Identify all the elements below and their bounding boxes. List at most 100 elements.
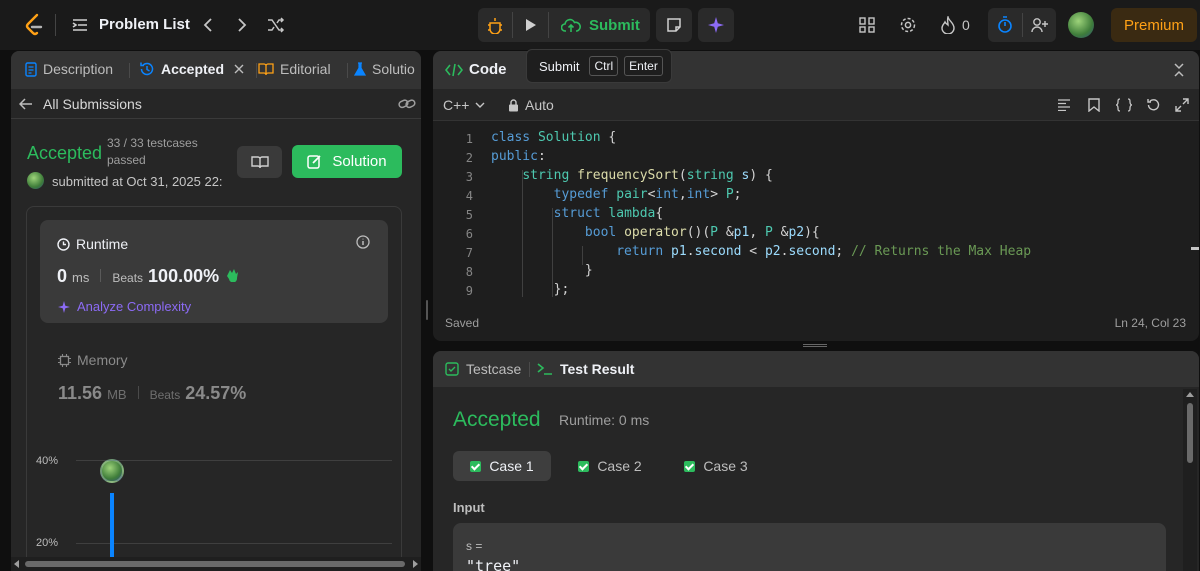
autocomplete-mode[interactable]: Auto (508, 97, 554, 113)
runtime-stats: 0 ms Beats 100.00% (57, 266, 240, 287)
leetcode-logo-icon[interactable] (22, 12, 46, 38)
chart-bar[interactable] (110, 493, 114, 563)
add-user-icon[interactable] (1025, 10, 1055, 40)
document-icon (25, 61, 37, 77)
history-icon (140, 62, 154, 76)
input-box: s = "tree" (453, 523, 1166, 571)
tab-accepted[interactable]: Accepted (139, 61, 244, 77)
clock-icon (57, 237, 70, 251)
debug-icon[interactable] (480, 10, 510, 40)
code-line-2: public: (491, 149, 546, 164)
submit-label: Submit (589, 16, 640, 34)
result-panel: Testcase Test Result Accepted Runtime: 0… (433, 351, 1199, 571)
list-icon[interactable] (70, 15, 90, 35)
save-status: Saved (445, 316, 480, 330)
editor-toolbar: C++ Auto (433, 89, 1199, 121)
chip-icon (58, 353, 71, 367)
horizontal-resize-handle[interactable] (803, 344, 827, 347)
tab-code[interactable]: Code (445, 61, 507, 78)
runtime-unit: ms (72, 270, 90, 285)
analyze-complexity-link[interactable]: Analyze Complexity (57, 299, 191, 314)
bookmark-icon[interactable] (1085, 96, 1103, 114)
code-line-6: bool operator()(P &p1, P &p2){ (584, 225, 820, 240)
code-panel: Code C++ Auto 1 2 3 4 5 6 7 8 9 class So… (433, 51, 1199, 341)
info-icon[interactable] (355, 234, 371, 250)
line-number: 6 (465, 227, 473, 241)
ai-sparkle-icon[interactable] (698, 8, 734, 42)
submitted-time: submitted at Oct 31, 2025 22:5 (52, 174, 222, 189)
code-line-1: class Solution { (491, 130, 617, 145)
scroll-right-arrow[interactable] (413, 560, 418, 568)
scrollbar-marker (1191, 247, 1199, 250)
scroll-up-arrow[interactable] (1186, 392, 1194, 397)
reset-icon[interactable] (1144, 96, 1162, 114)
terminal-icon (537, 363, 552, 375)
vertical-scrollbar[interactable] (1183, 389, 1197, 571)
avatar[interactable] (1068, 12, 1094, 38)
vertical-resize-handle[interactable] (426, 300, 428, 320)
problem-list-link[interactable]: Problem List (99, 16, 190, 33)
code-scrollbar[interactable] (1189, 132, 1199, 292)
format-icon[interactable] (1055, 96, 1073, 114)
fullscreen-icon[interactable] (1173, 96, 1191, 114)
stats-card: Runtime 0 ms Beats 100.00% Analyze Compl… (26, 206, 402, 571)
language-select[interactable]: C++ (443, 97, 485, 113)
shuffle-icon[interactable] (266, 15, 286, 35)
runtime-card[interactable]: Runtime 0 ms Beats 100.00% Analyze Compl… (40, 220, 388, 323)
line-number: 4 (465, 189, 473, 203)
notebook-button[interactable] (237, 146, 282, 178)
divider (137, 386, 139, 399)
chevron-left-icon[interactable] (198, 15, 218, 35)
input-variable: s = (466, 539, 483, 553)
line-number: 7 (465, 246, 473, 260)
scroll-left-arrow[interactable] (14, 560, 19, 568)
check-icon (578, 460, 590, 472)
case-tab-2[interactable]: Case 2 (561, 451, 659, 481)
submission-status: Accepted (27, 143, 103, 163)
chevron-right-icon[interactable] (232, 15, 252, 35)
tab-description[interactable]: Description (25, 61, 113, 77)
input-value: "tree" (466, 557, 521, 571)
tab-solutions[interactable]: Solutio (354, 61, 415, 77)
avatar (27, 172, 44, 189)
code-line-9: }; (491, 282, 570, 297)
layout-grid-icon[interactable] (857, 15, 877, 35)
solution-button[interactable]: Solution (292, 145, 402, 178)
back-to-submissions[interactable]: All Submissions (19, 96, 142, 112)
line-number: 1 (465, 132, 473, 146)
check-icon (684, 460, 696, 472)
submit-button[interactable]: Submit (551, 10, 647, 40)
scrollbar-thumb[interactable] (25, 561, 405, 567)
settings-gear-icon[interactable] (898, 15, 918, 35)
share-link-icon[interactable] (397, 95, 417, 113)
streak-flame-icon[interactable] (938, 15, 958, 35)
tab-editorial[interactable]: Editorial (258, 61, 331, 77)
line-number: 3 (465, 170, 473, 184)
notes-icon[interactable] (656, 8, 692, 42)
clap-icon (227, 269, 239, 282)
beats-label: Beats (112, 271, 144, 285)
open-book-icon (250, 156, 269, 169)
close-icon[interactable] (234, 64, 244, 74)
kbd-enter: Enter (624, 56, 663, 76)
timer-icon[interactable] (990, 10, 1020, 40)
premium-button[interactable]: Premium (1111, 8, 1197, 42)
panel-collapse-icon[interactable] (1173, 62, 1187, 78)
code-line-4: typedef pair<int,int> P; (553, 187, 742, 202)
sparkle-icon (58, 300, 70, 313)
code-editor[interactable]: 1 2 3 4 5 6 7 8 9 class Solution { publi… (433, 122, 1199, 297)
chart-gridline (76, 460, 392, 461)
scrollbar-thumb[interactable] (1187, 403, 1193, 463)
tab-test-result[interactable]: Test Result (537, 361, 634, 377)
case-tab-3[interactable]: Case 3 (667, 451, 765, 481)
code-line-8: } (491, 263, 593, 278)
horizontal-scrollbar[interactable] (11, 557, 421, 571)
braces-icon[interactable] (1113, 96, 1135, 114)
case-tab-1[interactable]: Case 1 (453, 451, 551, 481)
tab-testcase[interactable]: Testcase (445, 361, 521, 377)
run-icon[interactable] (516, 10, 546, 40)
submit-tooltip: Submit Ctrl Enter (526, 49, 672, 83)
divider (1022, 13, 1023, 37)
code-line-7: return p1.second < p2.second; // Returns… (616, 244, 1032, 259)
cloud-upload-icon (561, 18, 581, 32)
